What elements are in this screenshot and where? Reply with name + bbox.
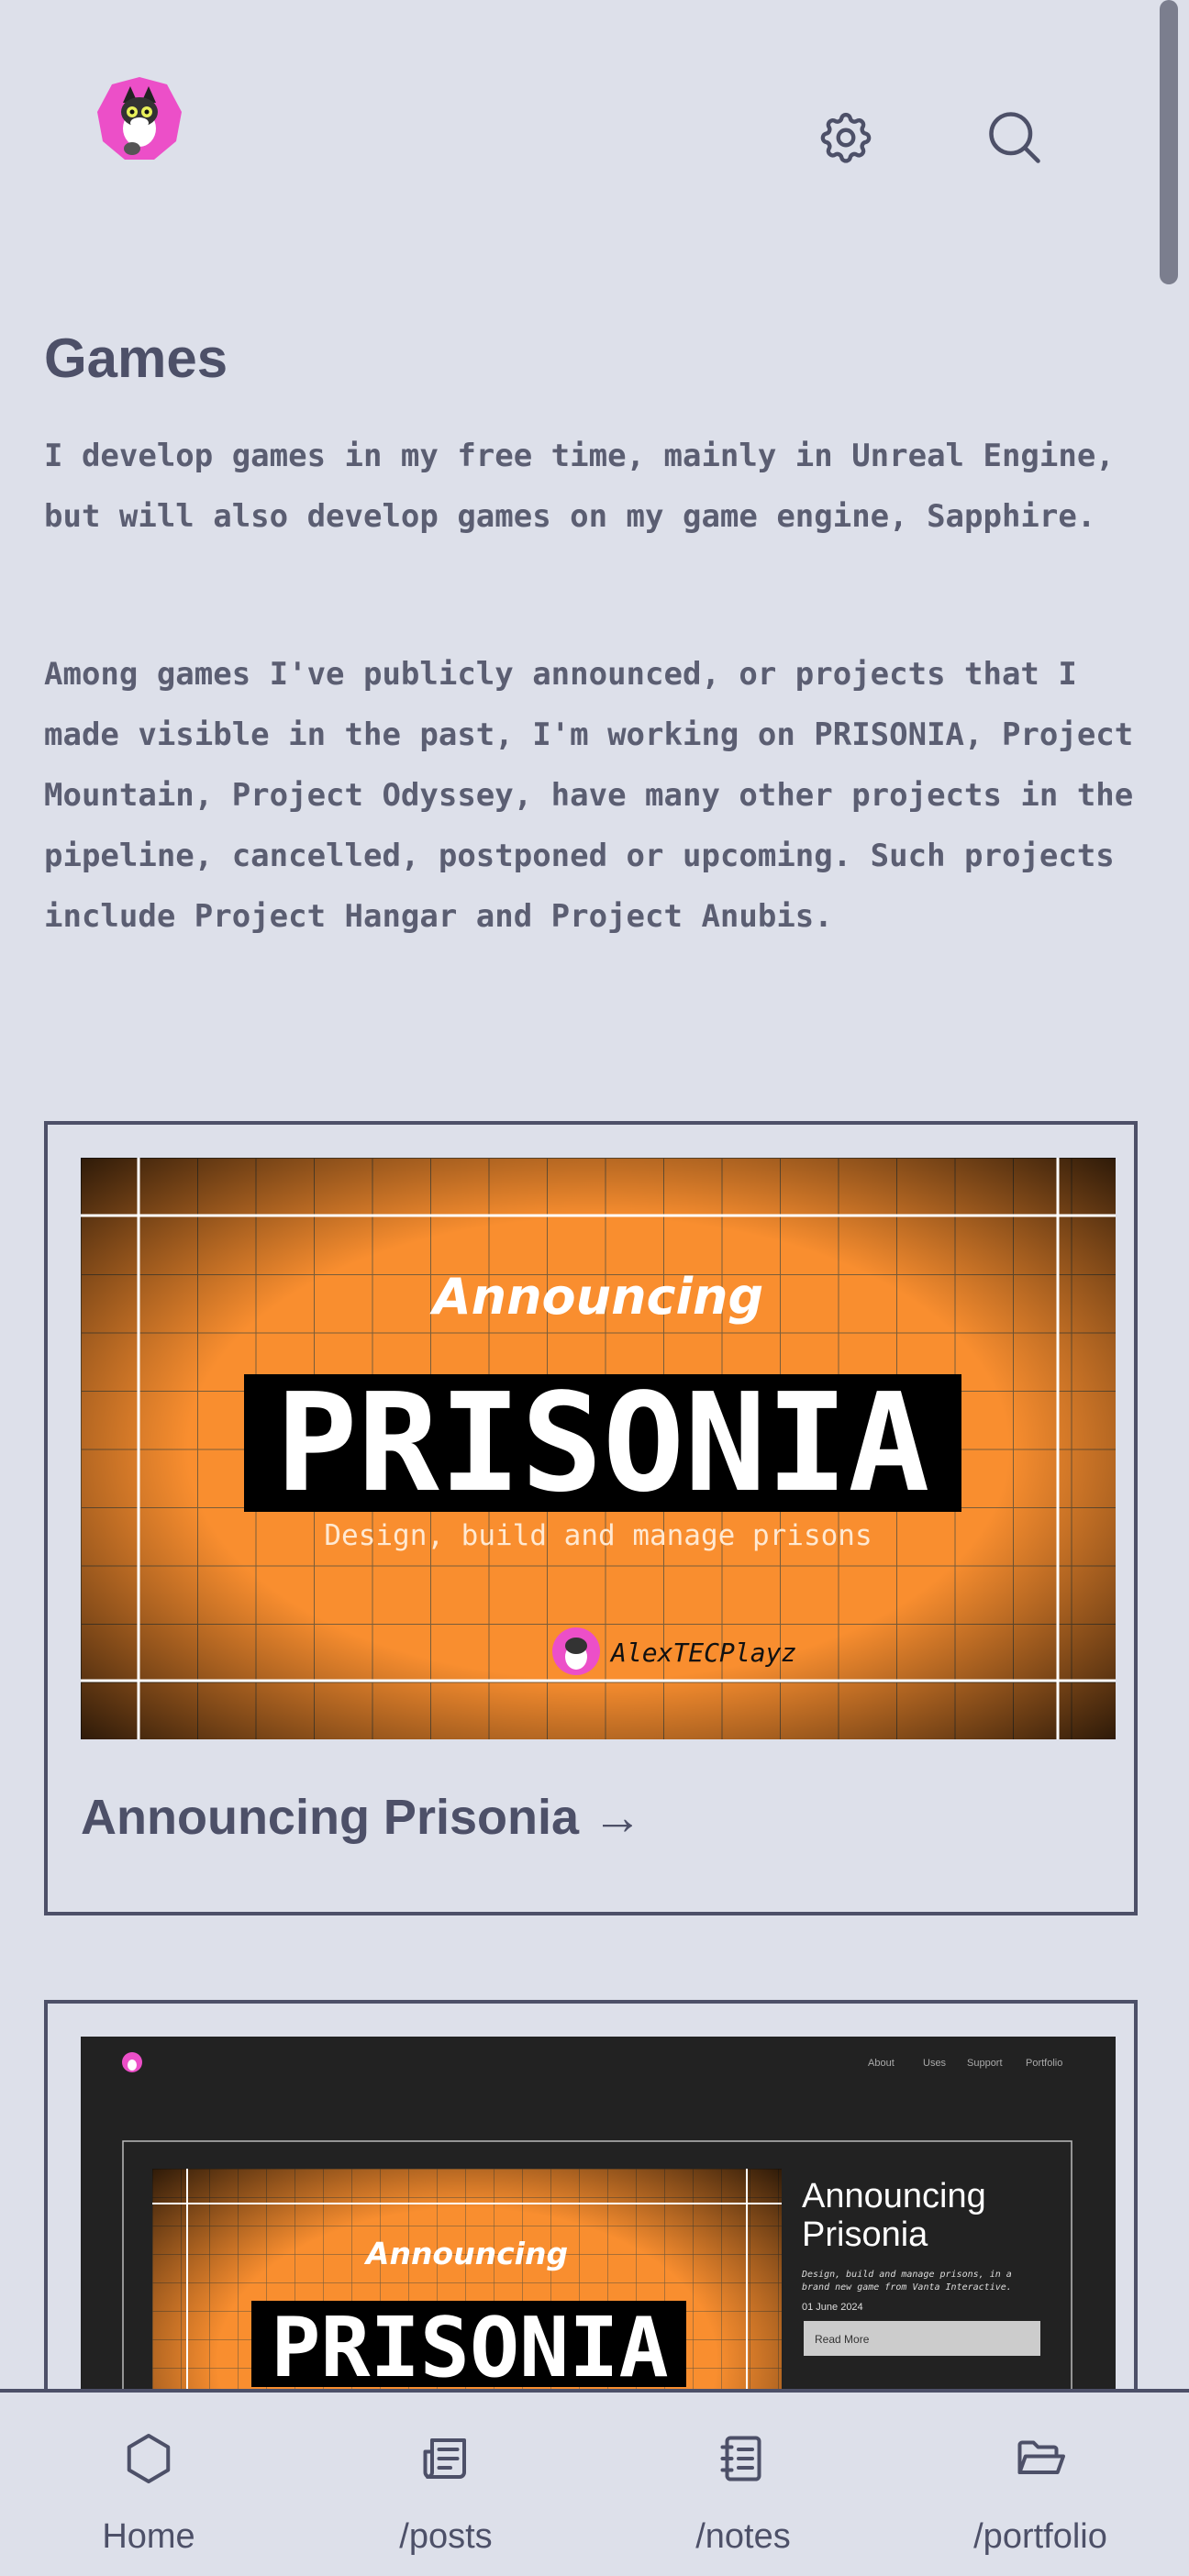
shot-banner-headline: PRISONIA <box>271 2300 668 2396</box>
hexagon-icon <box>127 2434 171 2483</box>
page-title: Games <box>44 328 228 389</box>
gear-icon <box>820 112 872 163</box>
nav-label: /portfolio <box>973 2517 1107 2556</box>
banner-author: AlexTECPlayz <box>609 1638 796 1668</box>
intro-paragraph: I develop games in my free time, mainly … <box>44 438 1115 535</box>
search-button[interactable] <box>978 101 1051 174</box>
scrollbar-thumb[interactable] <box>1160 0 1178 284</box>
shot-post-desc-line2: brand new game from Vanta Interactive. <box>802 2282 1012 2293</box>
site-nav-portfolio: Portfolio <box>1026 2058 1062 2069</box>
nav-label: Home <box>102 2517 195 2556</box>
post-banner-image: Announcing PRISONIA Design, build and ma… <box>81 1158 1116 1739</box>
site-nav-uses: Uses <box>923 2058 947 2069</box>
site-nav-support: Support <box>967 2058 1003 2069</box>
nav-label: /notes <box>695 2517 791 2556</box>
banner-headline: PRISONIA <box>276 1364 930 1522</box>
settings-button[interactable] <box>809 101 883 174</box>
fox-avatar-icon[interactable] <box>95 75 183 163</box>
site-nav-about: About <box>868 2058 895 2069</box>
newspaper-icon <box>423 2438 466 2479</box>
shot-post-title-line2: Prisonia <box>802 2215 928 2254</box>
nav-item-notes[interactable]: /notes <box>594 2393 892 2576</box>
post-title-link[interactable]: Announcing Prisonia → <box>81 1789 642 1846</box>
shot-post-date: 01 June 2024 <box>802 2302 863 2313</box>
nav-item-home[interactable]: Home <box>0 2393 297 2576</box>
nav-item-posts[interactable]: /posts <box>297 2393 594 2576</box>
shot-post-desc-line1: Design, build and manage prisons, in a <box>801 2270 1012 2280</box>
bottom-nav: Home /posts /notes /portfolio <box>0 2389 1189 2576</box>
shot-post-title-line1: Announcing <box>802 2177 986 2215</box>
banner-tagline: Design, build and manage prisons <box>324 1519 872 1552</box>
shot-read-more: Read More <box>815 2333 870 2346</box>
shot-banner-kicker: Announcing <box>363 2236 568 2271</box>
nav-label: /posts <box>399 2517 493 2556</box>
post-card[interactable]: Announcing PRISONIA Design, build and ma… <box>44 1121 1138 1915</box>
search-icon <box>989 112 1040 163</box>
header <box>0 0 1189 275</box>
banner-kicker: Announcing <box>429 1268 763 1326</box>
nav-item-portfolio[interactable]: /portfolio <box>892 2393 1189 2576</box>
projects-paragraph: Among games I've publicly announced, or … <box>44 656 1134 935</box>
folder-open-icon <box>1017 2440 1065 2474</box>
notebook-icon <box>720 2436 761 2482</box>
